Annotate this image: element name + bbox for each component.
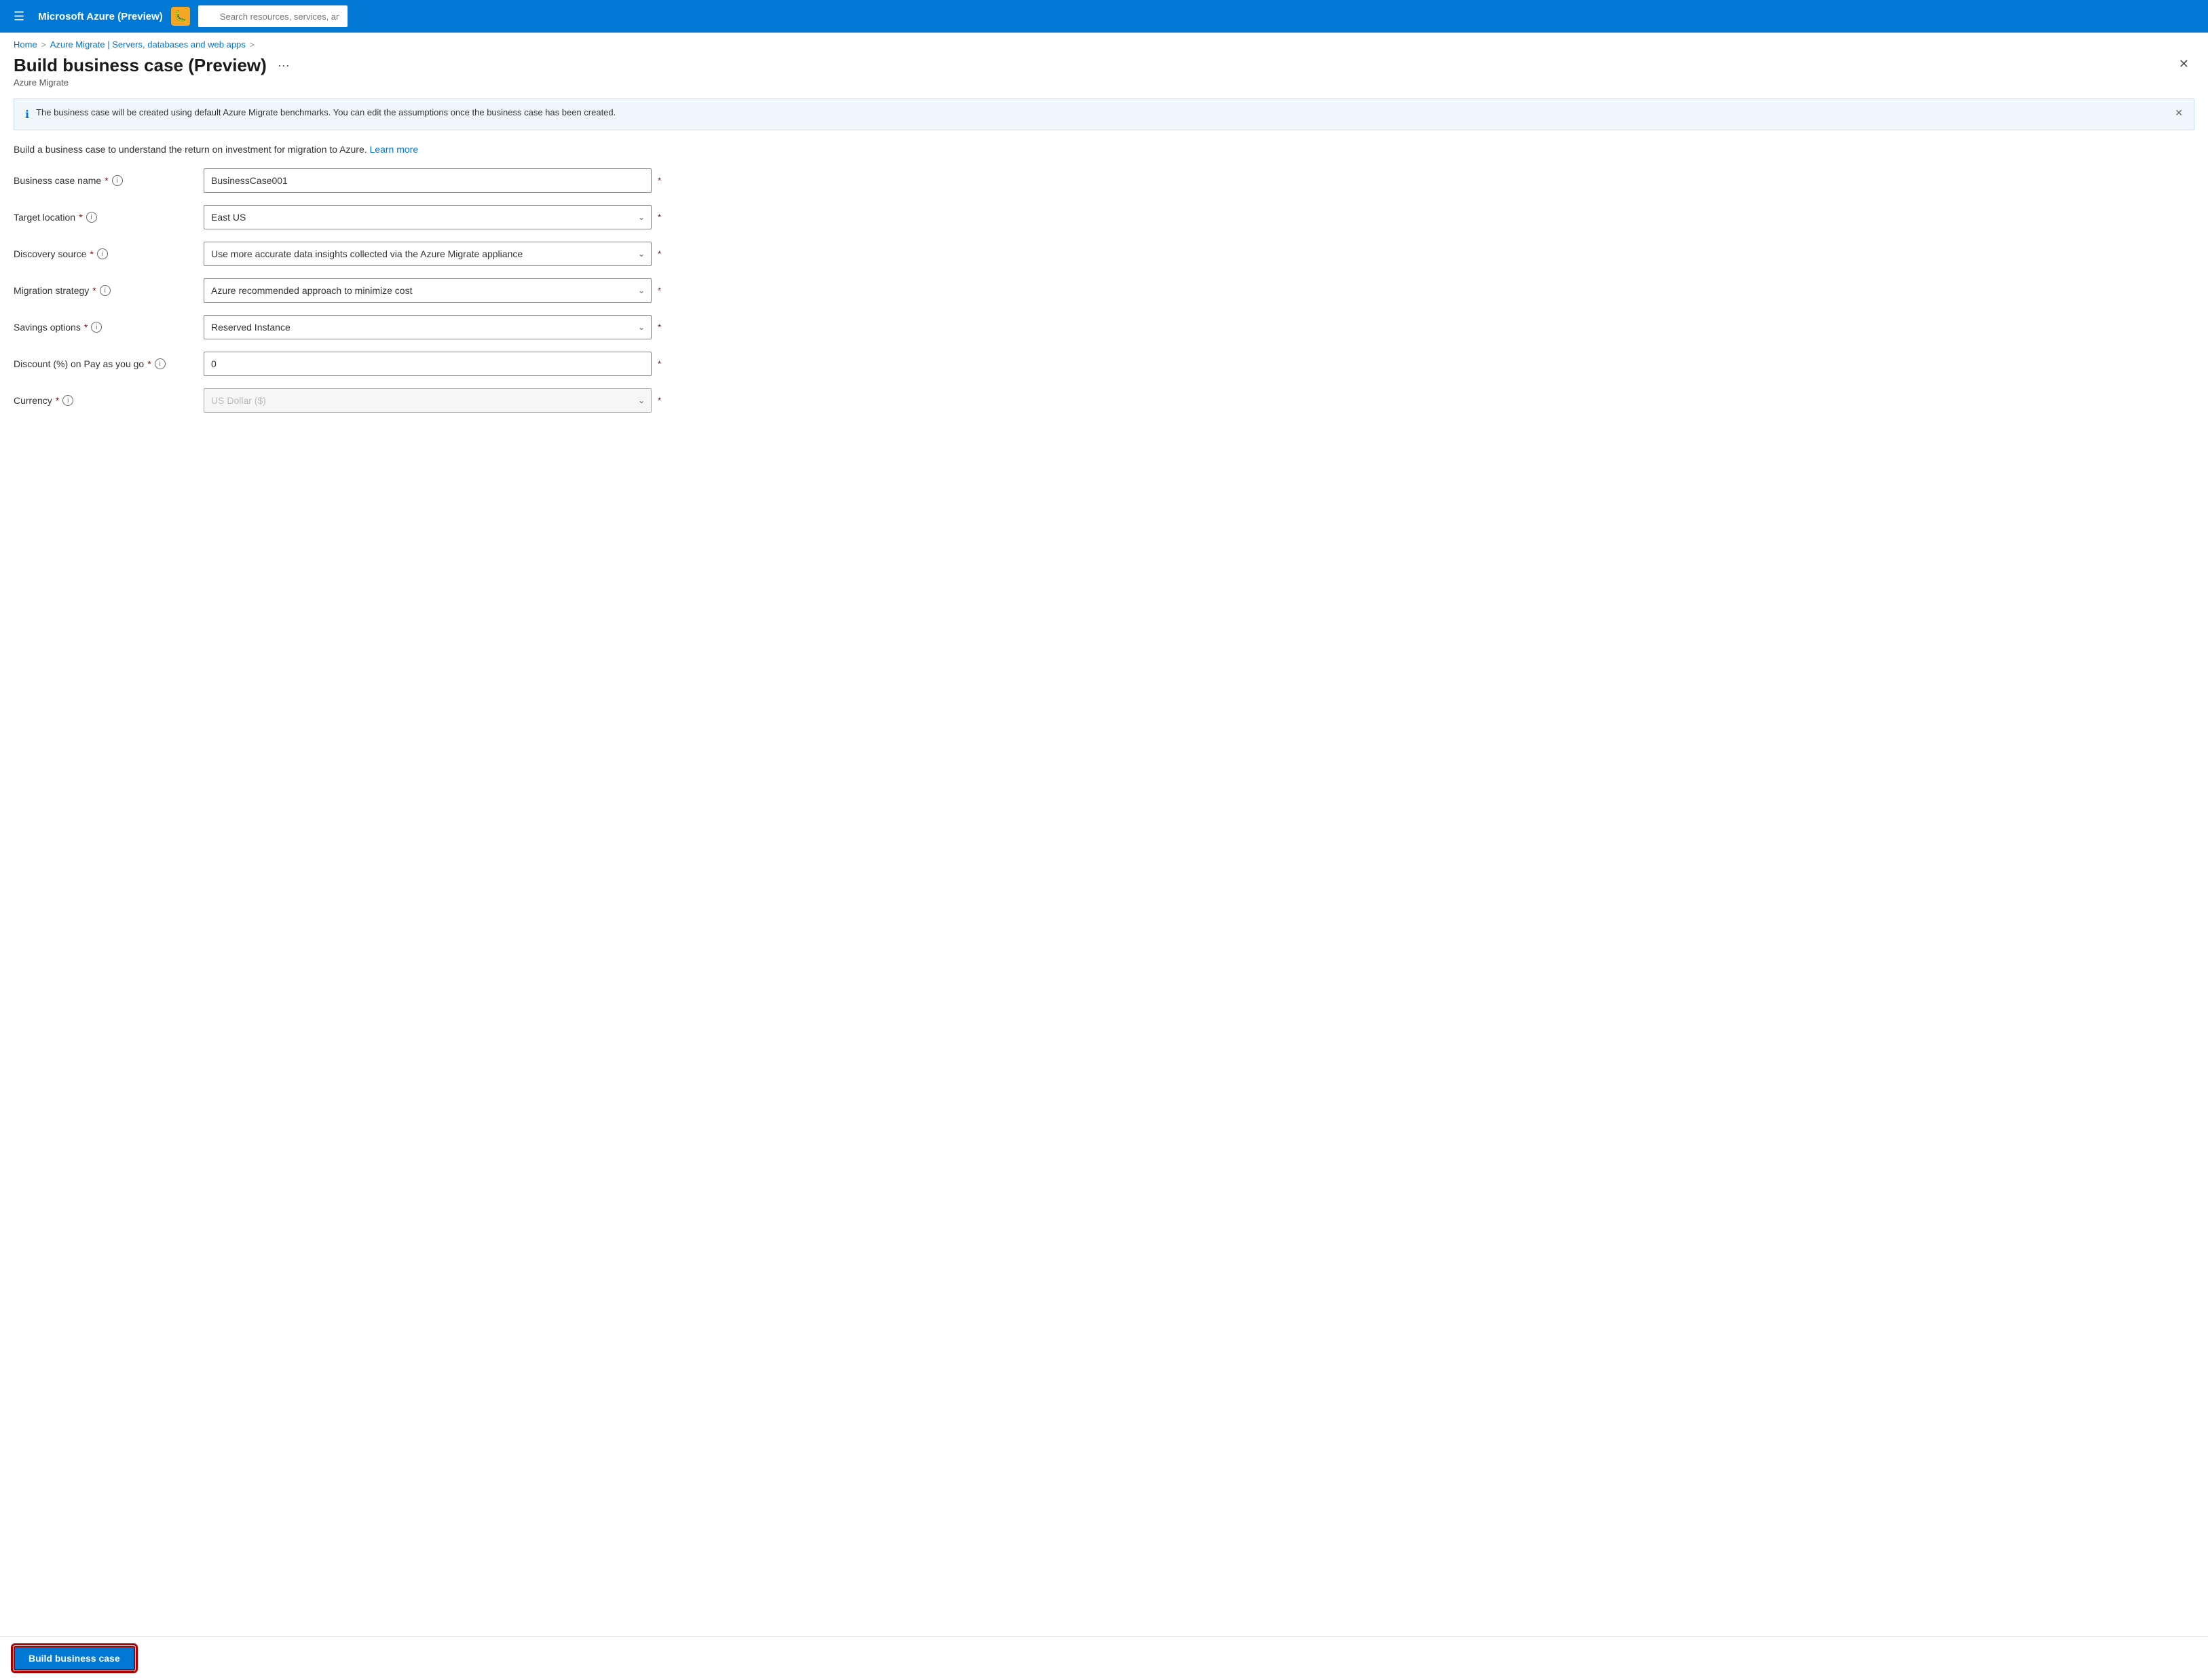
build-business-case-button[interactable]: Build business case: [14, 1646, 135, 1670]
currency-select[interactable]: US Dollar ($) Euro (€) British Pound (£): [204, 388, 652, 413]
required-marker-discovery: *: [658, 249, 661, 259]
required-star-migration: *: [92, 285, 96, 296]
required-marker-discount: *: [658, 359, 661, 369]
form-row-migration-strategy: Migration strategy * i Azure recommended…: [14, 278, 2194, 303]
migration-strategy-select[interactable]: Azure recommended approach to minimize c…: [204, 278, 652, 303]
required-star-currency: *: [56, 395, 59, 406]
form-label-migration-strategy: Migration strategy * i: [14, 285, 204, 296]
form-row-currency: Currency * i US Dollar ($) Euro (€) Brit…: [14, 388, 2194, 413]
breadcrumb: Home > Azure Migrate | Servers, database…: [0, 33, 2208, 52]
required-star-savings: *: [84, 322, 88, 333]
required-marker-savings: *: [658, 322, 661, 333]
main-content: Home > Azure Migrate | Servers, database…: [0, 33, 2208, 1680]
info-icon-currency[interactable]: i: [62, 395, 73, 406]
page-title-row: Build business case (Preview) ···: [14, 55, 294, 76]
info-icon-discount[interactable]: i: [155, 358, 166, 369]
savings-options-select[interactable]: Reserved Instance Pay as you go Azure Sa…: [204, 315, 652, 339]
required-marker-location: *: [658, 212, 661, 223]
discovery-source-select[interactable]: Use more accurate data insights collecte…: [204, 242, 652, 266]
page-title: Build business case (Preview): [14, 55, 267, 76]
form-row-savings-options: Savings options * i Reserved Instance Pa…: [14, 315, 2194, 339]
form-control-migration-strategy: Azure recommended approach to minimize c…: [204, 278, 652, 303]
search-input[interactable]: [198, 5, 348, 27]
discount-input[interactable]: [204, 352, 652, 376]
target-location-select[interactable]: East US West US West Europe East Asia: [204, 205, 652, 229]
info-banner-text: The business case will be created using …: [36, 107, 2168, 117]
close-button[interactable]: ✕: [2173, 55, 2194, 73]
required-star: *: [105, 175, 108, 186]
form-label-business-case-name: Business case name * i: [14, 175, 204, 186]
info-icon-target-location[interactable]: i: [86, 212, 97, 223]
info-icon-business-case-name[interactable]: i: [112, 175, 123, 186]
info-banner-icon: ℹ: [25, 108, 29, 122]
more-options-icon[interactable]: ···: [274, 57, 294, 74]
hamburger-menu-icon[interactable]: ☰: [8, 7, 30, 26]
breadcrumb-sep-2: >: [250, 40, 255, 50]
footer: Build business case: [0, 1636, 2208, 1680]
business-case-name-input[interactable]: [204, 168, 652, 193]
form-container: Business case name * i * Target location…: [0, 168, 2208, 413]
form-control-target-location: East US West US West Europe East Asia ⌄ …: [204, 205, 652, 229]
required-marker-currency: *: [658, 396, 661, 406]
form-control-business-case-name: *: [204, 168, 652, 193]
info-icon-discovery-source[interactable]: i: [97, 248, 108, 259]
learn-more-link[interactable]: Learn more: [370, 144, 419, 155]
page-header-left: Build business case (Preview) ··· Azure …: [14, 55, 294, 88]
required-star-location: *: [79, 212, 82, 223]
breadcrumb-sep-1: >: [41, 40, 46, 50]
form-row-business-case-name: Business case name * i *: [14, 168, 2194, 193]
required-marker-migration: *: [658, 286, 661, 296]
bug-icon[interactable]: 🐛: [171, 7, 190, 26]
form-control-discount: *: [204, 352, 652, 376]
topbar: ☰ Microsoft Azure (Preview) 🐛 🔍: [0, 0, 2208, 33]
info-banner-close-icon[interactable]: ✕: [2175, 107, 2183, 119]
form-row-discovery-source: Discovery source * i Use more accurate d…: [14, 242, 2194, 266]
info-icon-savings-options[interactable]: i: [91, 322, 102, 333]
form-row-target-location: Target location * i East US West US West…: [14, 205, 2194, 229]
form-label-savings-options: Savings options * i: [14, 322, 204, 333]
topbar-title: Microsoft Azure (Preview): [38, 11, 163, 22]
form-label-currency: Currency * i: [14, 395, 204, 406]
description: Build a business case to understand the …: [0, 141, 2208, 168]
page-header: Build business case (Preview) ··· Azure …: [0, 52, 2208, 93]
required-star-discovery: *: [90, 248, 93, 259]
breadcrumb-azure-migrate-link[interactable]: Azure Migrate | Servers, databases and w…: [50, 39, 246, 50]
required-star-discount: *: [147, 358, 151, 369]
form-row-discount: Discount (%) on Pay as you go * i *: [14, 352, 2194, 376]
form-control-discovery-source: Use more accurate data insights collecte…: [204, 242, 652, 266]
search-wrapper: 🔍: [198, 5, 483, 27]
breadcrumb-home-link[interactable]: Home: [14, 39, 37, 50]
description-text: Build a business case to understand the …: [14, 144, 367, 155]
form-control-savings-options: Reserved Instance Pay as you go Azure Sa…: [204, 315, 652, 339]
form-label-discount: Discount (%) on Pay as you go * i: [14, 358, 204, 369]
info-icon-migration-strategy[interactable]: i: [100, 285, 111, 296]
form-label-discovery-source: Discovery source * i: [14, 248, 204, 259]
required-marker-name: *: [658, 176, 661, 186]
form-control-currency: US Dollar ($) Euro (€) British Pound (£)…: [204, 388, 652, 413]
info-banner: ℹ The business case will be created usin…: [14, 98, 2194, 130]
page-subtitle: Azure Migrate: [14, 77, 294, 88]
form-label-target-location: Target location * i: [14, 212, 204, 223]
